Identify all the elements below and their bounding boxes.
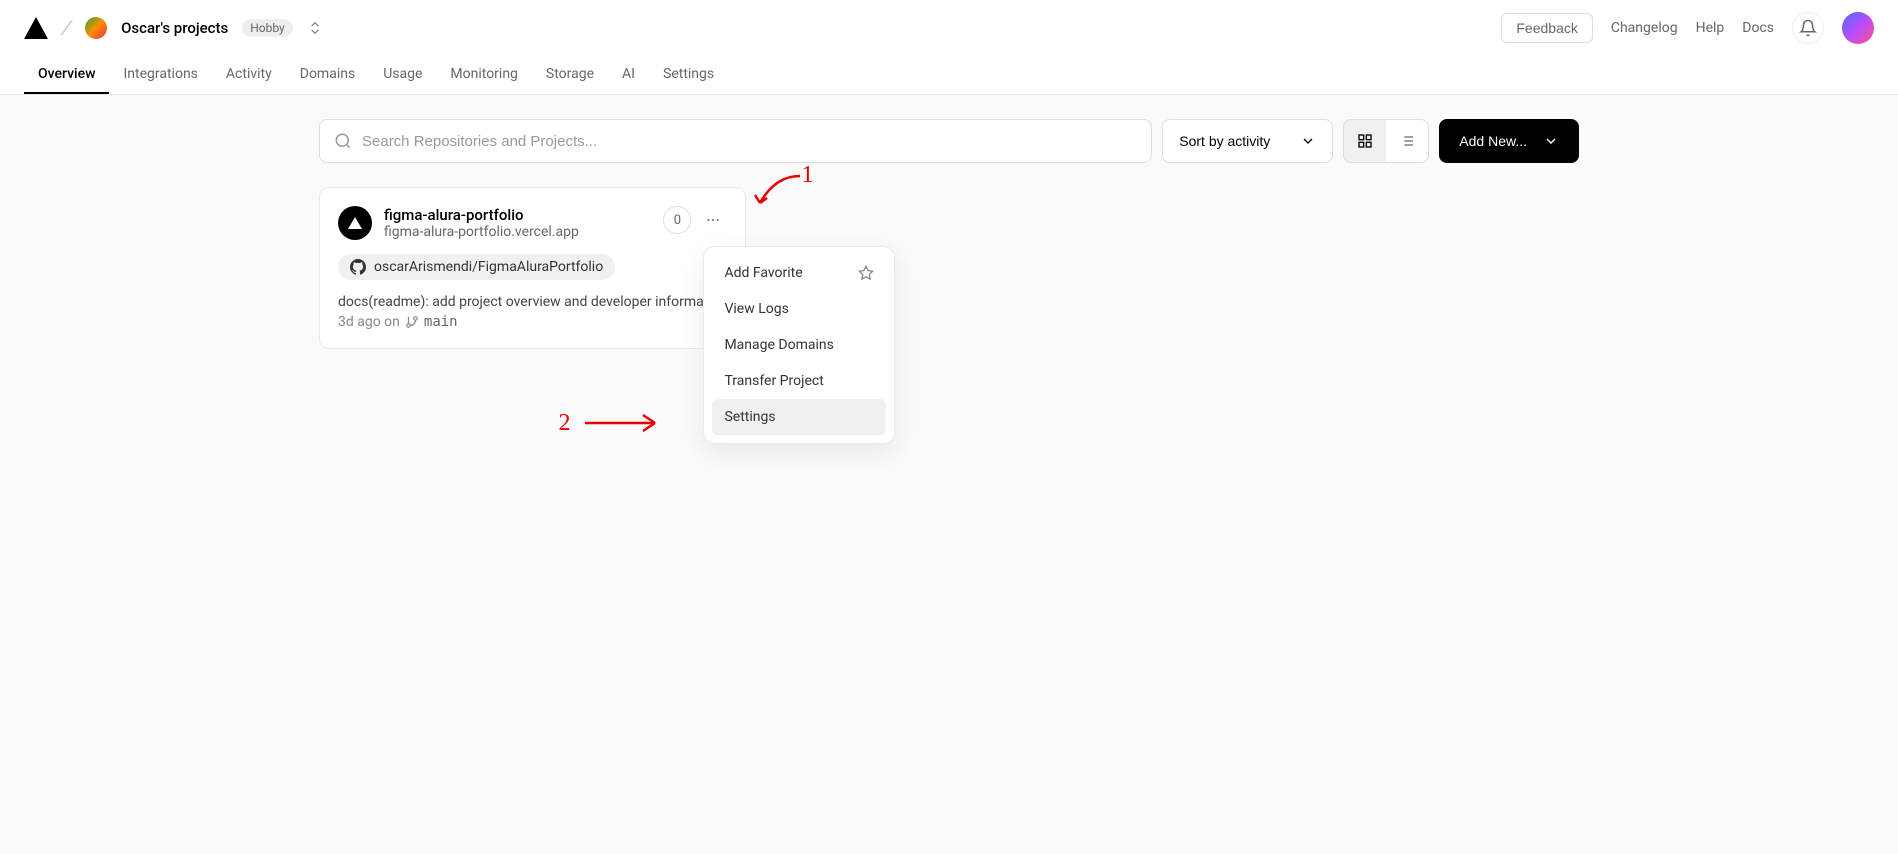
sort-label: Sort by activity xyxy=(1179,133,1270,149)
tab-integrations[interactable]: Integrations xyxy=(109,56,211,94)
main-content: Sort by activity Add New... xyxy=(239,95,1659,373)
search-input[interactable] xyxy=(362,133,1137,150)
project-card[interactable]: figma-alura-portfolio figma-alura-portfo… xyxy=(319,187,746,349)
project-actions-dropdown: Add Favorite View Logs Manage Domains Tr… xyxy=(703,246,895,444)
dropdown-manage-domains[interactable]: Manage Domains xyxy=(712,327,886,363)
annotation-two: 2 xyxy=(558,408,670,438)
search-icon xyxy=(334,132,352,150)
search-box[interactable] xyxy=(319,119,1152,163)
triangle-icon xyxy=(348,217,362,229)
dropdown-item-label: Settings xyxy=(724,409,775,425)
team-avatar-icon[interactable] xyxy=(85,17,107,39)
team-switcher-icon[interactable] xyxy=(307,20,323,36)
annotation-one: 1 xyxy=(745,168,815,218)
dropdown-add-favorite[interactable]: Add Favorite xyxy=(712,255,886,291)
card-header: figma-alura-portfolio figma-alura-portfo… xyxy=(338,206,727,240)
help-link[interactable]: Help xyxy=(1696,20,1725,36)
arrow-icon xyxy=(745,168,815,218)
list-icon xyxy=(1399,133,1415,149)
grid-view-button[interactable] xyxy=(1344,120,1386,162)
dropdown-item-label: Add Favorite xyxy=(724,265,802,281)
dropdown-transfer-project[interactable]: Transfer Project xyxy=(712,363,886,399)
repo-name: oscarArismendi/FigmaAluraPortfolio xyxy=(374,259,603,275)
chevron-down-icon xyxy=(1543,133,1559,149)
dropdown-settings[interactable]: Settings xyxy=(712,399,886,435)
star-icon xyxy=(858,265,874,281)
dropdown-item-label: View Logs xyxy=(724,301,788,317)
nav-tabs: Overview Integrations Activity Domains U… xyxy=(0,56,1898,94)
project-url[interactable]: figma-alura-portfolio.vercel.app xyxy=(384,224,579,240)
chevron-down-icon xyxy=(1300,133,1316,149)
bell-icon xyxy=(1799,19,1817,37)
card-actions: 0 xyxy=(663,206,727,234)
more-horizontal-icon xyxy=(705,212,721,228)
github-icon xyxy=(350,259,366,275)
commit-message: docs(readme): add project overview and d… xyxy=(338,294,727,310)
sort-button[interactable]: Sort by activity xyxy=(1162,119,1333,163)
project-name[interactable]: figma-alura-portfolio xyxy=(384,206,579,224)
card-title-row: figma-alura-portfolio figma-alura-portfo… xyxy=(338,206,579,240)
branch-name: main xyxy=(424,314,458,330)
changelog-link[interactable]: Changelog xyxy=(1611,20,1678,36)
tab-ai[interactable]: AI xyxy=(608,56,649,94)
tab-activity[interactable]: Activity xyxy=(212,56,286,94)
plan-badge: Hobby xyxy=(242,19,293,37)
team-name[interactable]: Oscar's projects xyxy=(121,19,228,37)
toolbar: Sort by activity Add New... xyxy=(319,119,1579,163)
commit-meta: 3d ago on main xyxy=(338,314,727,330)
tab-domains[interactable]: Domains xyxy=(286,56,369,94)
view-toggle xyxy=(1343,119,1429,163)
app-header: / Oscar's projects Hobby Feedback Change… xyxy=(0,0,1898,95)
dropdown-item-label: Manage Domains xyxy=(724,337,833,353)
docs-link[interactable]: Docs xyxy=(1742,20,1774,36)
tab-storage[interactable]: Storage xyxy=(532,56,608,94)
add-new-button[interactable]: Add New... xyxy=(1439,119,1579,163)
user-avatar[interactable] xyxy=(1842,12,1874,44)
arrow-icon xyxy=(580,408,670,438)
slash-icon: / xyxy=(59,15,74,41)
repo-chip[interactable]: oscarArismendi/FigmaAluraPortfolio xyxy=(338,254,615,280)
dropdown-view-logs[interactable]: View Logs xyxy=(712,291,886,327)
commit-age: 3d ago on xyxy=(338,314,400,330)
feedback-button[interactable]: Feedback xyxy=(1501,13,1592,43)
add-new-label: Add New... xyxy=(1459,133,1527,149)
notifications-button[interactable] xyxy=(1792,12,1824,44)
tab-monitoring[interactable]: Monitoring xyxy=(436,56,532,94)
dropdown-item-label: Transfer Project xyxy=(724,373,823,389)
tab-usage[interactable]: Usage xyxy=(369,56,436,94)
project-grid: figma-alura-portfolio figma-alura-portfo… xyxy=(319,187,1579,349)
activity-count-badge[interactable]: 0 xyxy=(663,206,691,234)
tab-overview[interactable]: Overview xyxy=(24,56,109,94)
list-view-button[interactable] xyxy=(1386,120,1428,162)
breadcrumb: / Oscar's projects Hobby xyxy=(24,16,323,41)
header-top-row: / Oscar's projects Hobby Feedback Change… xyxy=(0,0,1898,56)
vercel-logo-icon[interactable] xyxy=(24,17,48,39)
git-branch-icon xyxy=(405,315,419,329)
header-actions: Feedback Changelog Help Docs xyxy=(1501,12,1874,44)
tab-settings[interactable]: Settings xyxy=(649,56,728,94)
grid-icon xyxy=(1357,133,1373,149)
more-actions-button[interactable] xyxy=(699,206,727,234)
project-icon xyxy=(338,206,372,240)
